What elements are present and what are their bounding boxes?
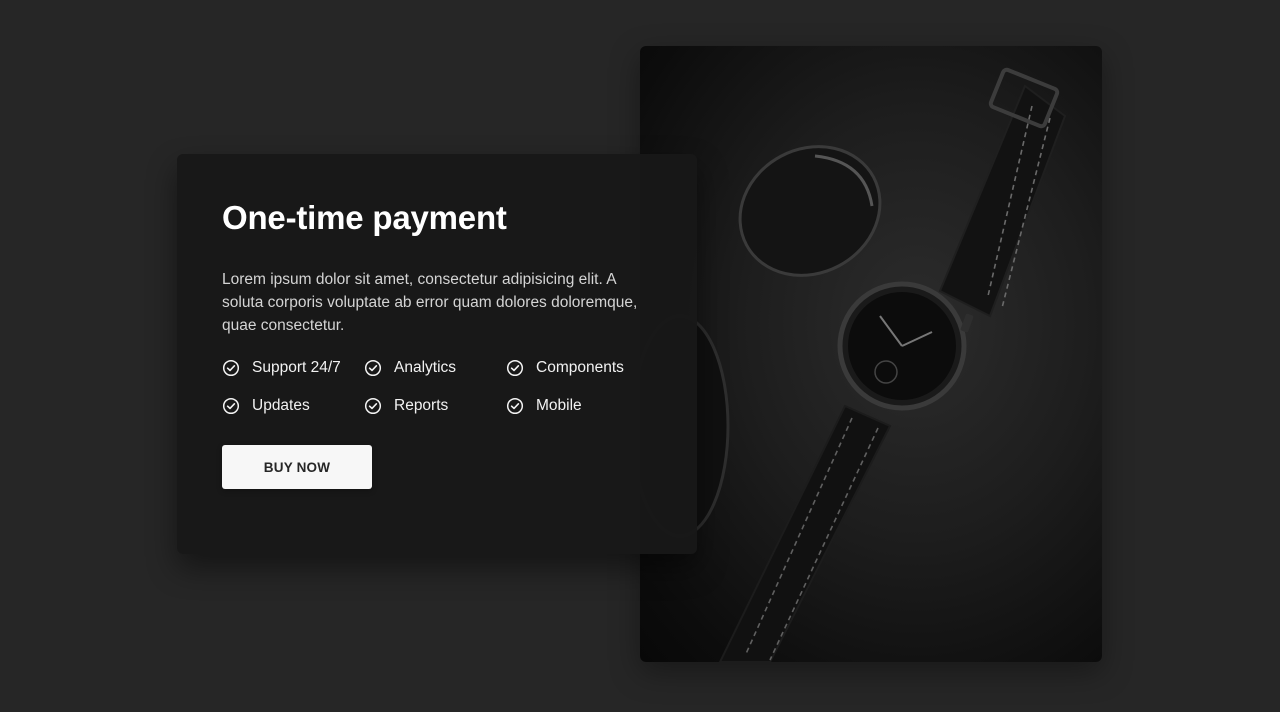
check-circle-icon — [506, 359, 524, 377]
card-description: Lorem ipsum dolor sit amet, consectetur … — [222, 271, 638, 334]
feature-label: Reports — [394, 397, 449, 414]
feature-item-mobile: Mobile — [506, 395, 648, 417]
check-circle-icon — [506, 397, 524, 415]
watch-photo-illustration — [640, 67, 1067, 662]
feature-item-reports: Reports — [364, 395, 506, 417]
feature-label: Analytics — [394, 359, 457, 376]
page: One-time payment Lorem ipsum dolor sit a… — [0, 0, 1280, 712]
product-photo — [640, 46, 1102, 662]
check-circle-icon — [222, 397, 240, 415]
feature-label: Components — [536, 359, 624, 376]
check-circle-icon — [364, 397, 382, 415]
feature-item-support: Support 24/7 — [222, 357, 364, 379]
check-circle-icon — [222, 359, 240, 377]
feature-list: Support 24/7 Analytics Components Update… — [222, 357, 652, 417]
feature-label: Support 24/7 — [252, 359, 341, 376]
pricing-card: One-time payment Lorem ipsum dolor sit a… — [177, 154, 697, 554]
feature-item-updates: Updates — [222, 395, 364, 417]
feature-item-analytics: Analytics — [364, 357, 506, 379]
card-title: One-time payment — [222, 199, 507, 236]
check-circle-icon — [364, 359, 382, 377]
feature-item-components: Components — [506, 357, 648, 379]
buy-now-button[interactable]: BUY NOW — [222, 445, 372, 489]
feature-label: Mobile — [536, 397, 582, 414]
feature-label: Updates — [252, 397, 310, 414]
